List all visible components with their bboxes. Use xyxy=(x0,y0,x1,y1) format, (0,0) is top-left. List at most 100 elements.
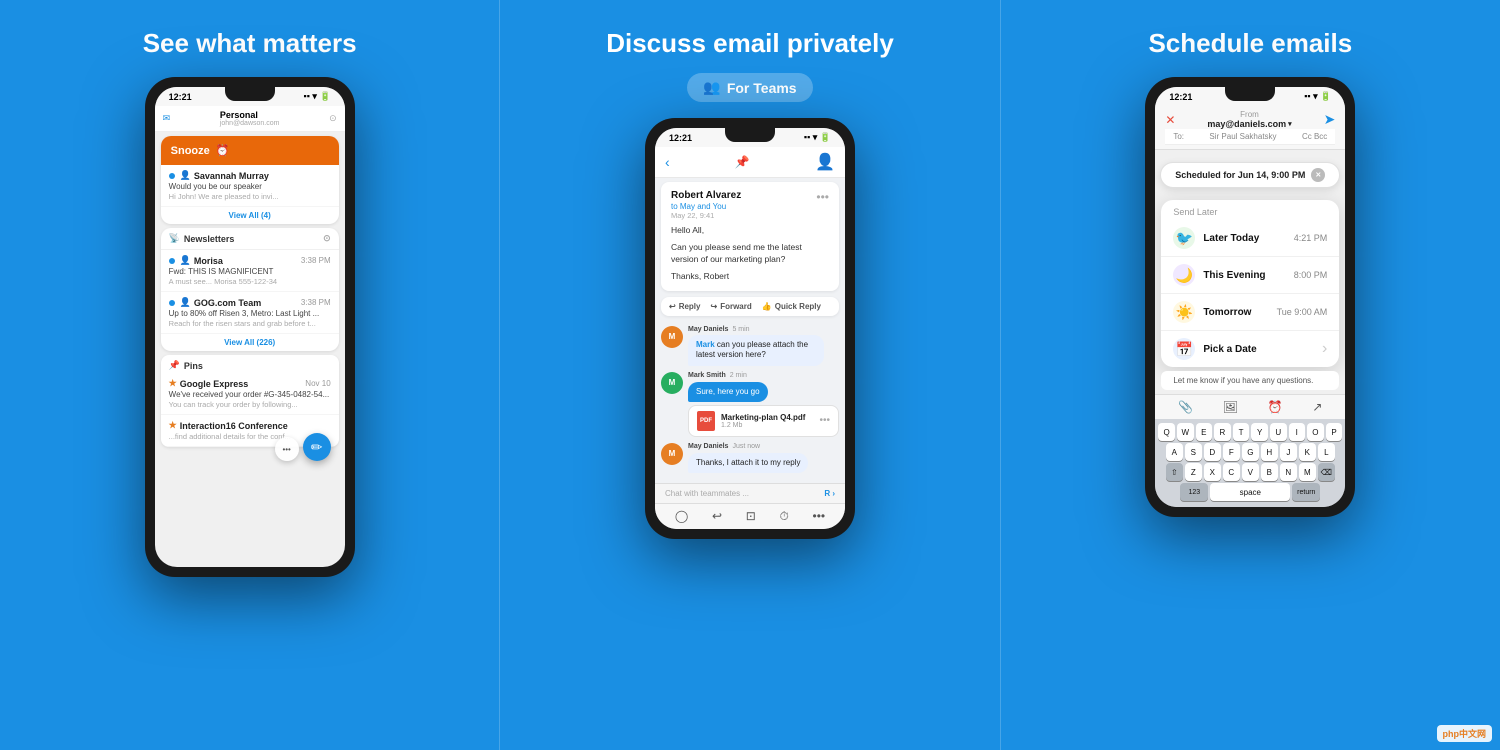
key-o[interactable]: O xyxy=(1307,423,1324,441)
dots-icon[interactable]: ••• xyxy=(813,509,826,524)
from-info: From may@daniels.com ▾ xyxy=(1207,110,1291,129)
pin-nav-icon[interactable]: 📌 xyxy=(735,155,750,169)
file-more-icon[interactable]: ••• xyxy=(819,415,830,426)
gog-sender: 👤 GOG.com Team xyxy=(169,297,262,308)
thread-date: May 22, 9:41 xyxy=(671,211,741,220)
newsletters-check: ⊙ xyxy=(323,233,331,244)
forward-btn[interactable]: ↪ Forward xyxy=(710,302,751,311)
archive-icon[interactable]: ⊡ xyxy=(746,509,756,524)
key-v[interactable]: V xyxy=(1242,463,1259,481)
send-option-later-today[interactable]: 🐦 Later Today 4:21 PM xyxy=(1161,220,1339,257)
key-space[interactable]: space xyxy=(1210,483,1290,501)
gog-dot xyxy=(169,300,175,306)
key-return[interactable]: return xyxy=(1292,483,1320,501)
back-icon[interactable]: ‹ xyxy=(665,154,670,170)
quick-reply-btn[interactable]: 👍 Quick Reply xyxy=(762,302,821,311)
view-all-1[interactable]: View All (4) xyxy=(161,207,339,224)
pin-item-google[interactable]: ★ Google Express Nov 10 We've received y… xyxy=(161,373,339,415)
file-name: Marketing-plan Q4.pdf xyxy=(721,413,813,422)
chat-placeholder: Chat with teammates ... xyxy=(665,489,749,498)
key-w[interactable]: W xyxy=(1177,423,1194,441)
key-g[interactable]: G xyxy=(1242,443,1259,461)
keyboard-row-1: Q W E R T Y U I O P xyxy=(1158,423,1342,441)
key-j[interactable]: J xyxy=(1280,443,1297,461)
key-f[interactable]: F xyxy=(1223,443,1240,461)
key-e[interactable]: E xyxy=(1196,423,1213,441)
thread-header: Robert Alvarez to May and You May 22, 9:… xyxy=(671,190,829,220)
email-item-gog[interactable]: 👤 GOG.com Team 3:38 PM Up to 80% off Ris… xyxy=(161,292,339,334)
quick-reply-icon: 👍 xyxy=(762,302,772,311)
account-label: Personal xyxy=(220,110,280,120)
more-icon[interactable]: ••• xyxy=(816,190,829,204)
back-nav-icon[interactable]: ↩ xyxy=(712,509,722,524)
key-t[interactable]: T xyxy=(1233,423,1250,441)
send-later-icon[interactable]: ↗ xyxy=(1312,400,1322,414)
key-q[interactable]: Q xyxy=(1158,423,1175,441)
key-c[interactable]: C xyxy=(1223,463,1240,481)
phone-mockup-3: 12:21 ▪▪ ▾ 🔋 ✕ From may@daniels.com ▾ xyxy=(1140,77,1360,730)
keyboard: Q W E R T Y U I O P A S D xyxy=(1155,419,1345,507)
email-item-savannah[interactable]: 👤 Savannah Murray Would you be our speak… xyxy=(161,165,339,207)
send-option-tomorrow[interactable]: ☀️ Tomorrow Tue 9:00 AM xyxy=(1161,294,1339,331)
to-value: Sir Paul Sakhatsky xyxy=(1209,132,1276,141)
key-u[interactable]: U xyxy=(1270,423,1287,441)
key-b[interactable]: B xyxy=(1261,463,1278,481)
compose-header-row: ✕ From may@daniels.com ▾ ➤ xyxy=(1165,110,1335,129)
may-avatar-1: M xyxy=(661,326,683,348)
phone-screen-2: 12:21 ▪▪ ▾ 🔋 ‹ 📌 👤 Robert Alvarez xyxy=(655,128,845,529)
key-i[interactable]: I xyxy=(1289,423,1306,441)
attach-icon[interactable]: 📎 xyxy=(1178,400,1193,414)
may-meta-2: May Daniels Just now xyxy=(688,443,839,450)
key-n[interactable]: N xyxy=(1280,463,1297,481)
thread-sender-name: Robert Alvarez xyxy=(671,190,741,201)
key-h[interactable]: H xyxy=(1261,443,1278,461)
snooze-clock-icon: ⏰ xyxy=(216,144,230,157)
rss-icon: 📡 xyxy=(169,233,180,244)
chat-row-may2: M May Daniels Just now Thanks, I attach … xyxy=(661,443,839,473)
view-all-2[interactable]: View All (226) xyxy=(161,334,339,351)
from-email: may@daniels.com ▾ xyxy=(1207,119,1291,129)
key-s[interactable]: S xyxy=(1185,443,1202,461)
remove-schedule-btn[interactable]: ✕ xyxy=(1311,168,1325,182)
key-123[interactable]: 123 xyxy=(1180,483,1208,501)
chevron-right-icon: › xyxy=(1322,340,1327,358)
send-option-pick-date[interactable]: 📅 Pick a Date › xyxy=(1161,331,1339,367)
email-item-morisa[interactable]: 👤 Morisa 3:38 PM Fwd: THIS IS MAGNIFICEN… xyxy=(161,250,339,292)
key-x[interactable]: X xyxy=(1204,463,1221,481)
key-k[interactable]: K xyxy=(1299,443,1316,461)
morisa-dot xyxy=(169,258,175,264)
mark-meta: Mark Smith 2 min xyxy=(688,372,839,379)
key-z[interactable]: Z xyxy=(1185,463,1202,481)
key-l[interactable]: L xyxy=(1318,443,1335,461)
for-teams-badge: 👥 For Teams xyxy=(687,73,812,102)
php-watermark: php中文网 xyxy=(1437,725,1493,742)
alarm-icon[interactable]: ⏰ xyxy=(1268,400,1283,414)
image-icon[interactable]: 🖼 xyxy=(1223,400,1238,414)
key-m[interactable]: M xyxy=(1299,463,1316,481)
key-d[interactable]: D xyxy=(1204,443,1221,461)
clock-icon[interactable]: ⏱ xyxy=(779,509,788,524)
notch-2 xyxy=(725,128,775,142)
key-shift[interactable]: ⇧ xyxy=(1166,463,1183,481)
key-y[interactable]: Y xyxy=(1251,423,1268,441)
compose-fab[interactable]: ✏ xyxy=(303,433,331,461)
key-a[interactable]: A xyxy=(1166,443,1183,461)
person-icon: 👤 xyxy=(180,170,191,181)
send-option-this-evening[interactable]: 🌙 This Evening 8:00 PM xyxy=(1161,257,1339,294)
thread-content: Robert Alvarez to May and You May 22, 9:… xyxy=(661,182,839,291)
key-r[interactable]: R xyxy=(1214,423,1231,441)
key-backspace[interactable]: ⌫ xyxy=(1318,463,1335,481)
chat-messages: M May Daniels 5 min Mark can you please … xyxy=(655,322,845,484)
forward-icon: ↪ xyxy=(710,302,717,311)
key-p[interactable]: P xyxy=(1326,423,1343,441)
close-compose-icon[interactable]: ✕ xyxy=(1165,113,1175,127)
send-icon[interactable]: ➤ xyxy=(1324,111,1336,128)
chat-input-bar[interactable]: Chat with teammates ... R › xyxy=(655,483,845,503)
scheduled-badge-text: Scheduled for Jun 14, 9:00 PM xyxy=(1175,170,1305,180)
fab-area: ✏ ••• xyxy=(155,451,345,491)
file-attachment[interactable]: PDF Marketing-plan Q4.pdf 1.2 Mb ••• xyxy=(688,405,839,437)
reply-btn[interactable]: ↩ Reply xyxy=(669,302,701,311)
newsletters-header: 📡 Newsletters ⊙ xyxy=(161,228,339,250)
more-fab[interactable]: ••• xyxy=(275,437,299,461)
home-icon[interactable]: ◯ xyxy=(675,509,688,524)
